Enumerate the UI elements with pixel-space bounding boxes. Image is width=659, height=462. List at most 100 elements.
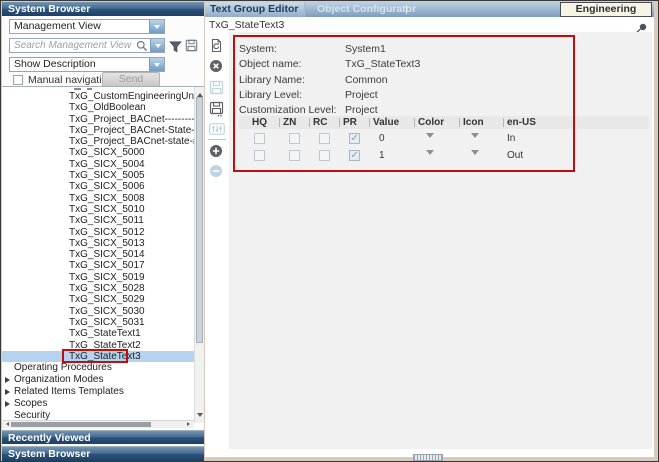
tree-item[interactable]: TxG_SICX_5029 [2,294,194,305]
scroll-down-icon[interactable] [197,413,203,420]
system-browser-bar[interactable]: System Browser [2,446,204,461]
chevron-down-icon[interactable] [149,58,164,71]
en-us-cell[interactable]: In [503,133,606,144]
recently-viewed-bar[interactable]: Recently Viewed [2,430,204,444]
tree-item[interactable]: TxG_OldBoolean [2,102,194,113]
zn-checkbox[interactable] [289,150,300,161]
icon-dropdown-icon[interactable] [471,133,479,142]
tree-item[interactable]: TxG_SICX_5031 [2,317,194,328]
property-label: Library Level: [239,89,302,101]
add-row-icon[interactable] [209,144,223,163]
tree-item[interactable]: TxG_StateText1 [2,328,194,339]
show-description-dropdown[interactable]: Show Description [9,57,165,72]
rc-checkbox[interactable] [319,133,330,144]
tree-item[interactable]: Related Items Templates [2,386,194,398]
color-dropdown-icon[interactable] [426,150,434,159]
tree-item-label: TxG_StateText2 [69,340,141,351]
search-icon[interactable] [136,40,148,58]
tree-item[interactable]: Organization Modes [2,374,194,386]
hq-checkbox[interactable] [254,150,265,161]
tree-item-label: TxG_SICX_5017 [69,260,145,271]
search-options-chevron-icon[interactable] [150,39,164,52]
reload-document-icon[interactable] [209,38,224,58]
engineering-mode-badge[interactable]: Engineering [560,2,652,17]
remove-row-icon[interactable] [209,164,223,183]
scrollbar-thumb[interactable] [196,97,203,343]
discard-changes-icon[interactable] [209,59,223,78]
table-header-hq: HQ [239,116,279,129]
property-label: System: [239,43,277,55]
filter-icon[interactable] [169,40,182,58]
tree-item[interactable]: TxG_StateText3 [2,351,194,362]
tree-item[interactable]: TxG_SICX_5017 [2,260,194,271]
tree-item[interactable]: TxG_SICX_5004 [2,159,194,170]
chevron-down-icon[interactable] [149,20,164,33]
editor-tab-bar: Text Group Editor Object Configurator En… [205,2,654,17]
pr-checkbox[interactable] [349,150,360,161]
tree-item[interactable]: TxG_SICX_5005 [2,170,194,181]
save-view-icon[interactable] [185,39,198,57]
tree-item[interactable]: TxG_CustomEngineeringUnits [2,91,194,102]
value-cell[interactable]: 0 [369,133,414,144]
color-dropdown-icon[interactable] [426,133,434,142]
scrollbar-thumb[interactable] [11,422,151,427]
tree-item[interactable]: TxG_SICX_5011 [2,215,194,226]
resize-grip[interactable] [413,454,443,461]
system-browser-header[interactable]: System Browser [2,2,204,16]
pr-checkbox[interactable] [349,133,360,144]
property-label: Object name: [239,58,301,70]
tree-item[interactable]: TxG_SICX_5010 [2,204,194,215]
tree-item[interactable]: Scopes [2,398,194,410]
expand-arrow-icon[interactable] [5,401,10,407]
tree-item[interactable]: TxG_SICX_5000 [2,147,194,158]
tab-text-group-editor[interactable]: Text Group Editor [210,3,298,15]
state-text-table: HQZNRCPRValueColorIconen-US 0In1Out [239,116,649,163]
expand-arrow-icon[interactable] [5,377,10,383]
hq-checkbox[interactable] [254,133,265,144]
send-button[interactable]: Send [102,72,160,87]
property-value: TxG_StateText3 [345,58,420,70]
tree-item[interactable]: TxG_SICX_5012 [2,227,194,238]
management-view-dropdown[interactable]: Management View [9,19,165,34]
manual-navigation-label: Manual navigation [28,74,113,86]
tree-item[interactable]: TxG_SICX_5028 [2,283,194,294]
scroll-up-icon[interactable] [197,90,203,97]
scroll-left-icon[interactable] [4,422,9,426]
tree-vertical-scrollbar[interactable] [194,87,204,423]
table-row: 0 In [239,129,649,146]
tree-item[interactable]: TxG_SICX_5013 [2,238,194,249]
property-label: Library Name: [239,74,305,86]
table-header-en-us: en-US [503,116,606,129]
system-browser-panel: System Browser Management View [2,2,204,461]
icon-dropdown-icon[interactable] [471,150,479,159]
tree-item[interactable]: TxG_SICX_5030 [2,306,194,317]
tree-item-label: Scopes [14,398,47,409]
save-icon[interactable] [209,80,224,100]
tree-item[interactable]: TxG_StateText2 [2,340,194,351]
tab-object-configurator[interactable]: Object Configurator [317,3,416,15]
tree-horizontal-scrollbar[interactable] [2,420,194,428]
tree-item[interactable]: TxG_SICX_5006 [2,181,194,192]
object-title-row: TxG_StateText3 [205,17,654,32]
tree-item-label: TxG_SICX_5011 [69,215,144,226]
manual-navigation-checkbox[interactable] [13,75,23,85]
en-us-cell[interactable]: Out [503,150,606,161]
tree-item[interactable]: TxG_SICX_5014 [2,249,194,260]
tree-item-label: TxG_SICX_5010 [69,204,145,215]
zn-checkbox[interactable] [289,133,300,144]
scroll-right-icon[interactable] [187,422,192,426]
tree-item-label: TxG_SICX_5029 [69,294,145,305]
rc-checkbox[interactable] [319,150,330,161]
tree-item-label: TxG_CustomEngineeringUnits [69,91,194,102]
value-cell[interactable]: 1 [369,150,414,161]
search-box [9,38,165,53]
expand-arrow-icon[interactable] [5,389,10,395]
save-as-icon[interactable] [209,101,224,122]
search-input[interactable] [10,39,134,52]
tree-item[interactable]: TxG_Project_BACnet-state-#1-state- [2,136,194,147]
tree-item[interactable]: TxG_SICX_5008 [2,193,194,204]
tree-item[interactable]: TxG_Project_BACnet-State-1-State-2 [2,125,194,136]
tree-item[interactable]: TxG_SICX_5019 [2,272,194,283]
tree-item[interactable]: Operating Procedures [2,362,194,374]
tree-item[interactable]: TxG_Project_BACnet---------- [2,114,194,125]
